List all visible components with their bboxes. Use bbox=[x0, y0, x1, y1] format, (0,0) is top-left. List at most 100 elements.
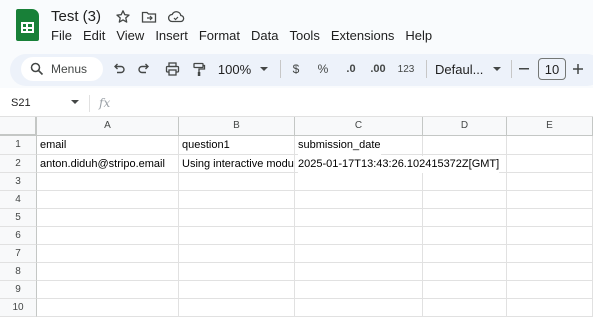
cell-c5[interactable] bbox=[295, 209, 423, 227]
cell-c6[interactable] bbox=[295, 227, 423, 245]
cell-e9[interactable] bbox=[507, 281, 593, 299]
sheets-logo-icon[interactable] bbox=[16, 9, 39, 41]
zoom-value: 100% bbox=[217, 61, 252, 77]
increase-decimal-button[interactable]: .00 bbox=[367, 58, 389, 80]
undo-button[interactable] bbox=[109, 58, 129, 80]
cell-b5[interactable] bbox=[179, 209, 295, 227]
cell-e4[interactable] bbox=[507, 191, 593, 209]
search-menus-input[interactable]: Menus bbox=[21, 57, 103, 81]
row-header[interactable]: 3 bbox=[0, 173, 37, 191]
cell-c9[interactable] bbox=[295, 281, 423, 299]
cell-text-b2: Using interactive modu bbox=[182, 158, 294, 170]
formula-input[interactable] bbox=[120, 93, 590, 111]
percent-format-button[interactable]: % bbox=[314, 58, 332, 80]
document-title[interactable]: Test (3) bbox=[51, 8, 101, 25]
cell-text-c2: 2025-01-17T13:43:26.102415372Z[GMT] bbox=[298, 156, 500, 173]
column-header[interactable]: A bbox=[37, 117, 179, 136]
decrease-decimal-button[interactable]: .0 bbox=[341, 58, 361, 80]
minus-icon bbox=[519, 68, 529, 70]
row-header[interactable]: 10 bbox=[0, 299, 37, 317]
name-box[interactable]: S21 bbox=[11, 97, 31, 109]
number-format-button[interactable]: 123 bbox=[396, 58, 416, 80]
cell-b6[interactable] bbox=[179, 227, 295, 245]
cell-c8[interactable] bbox=[295, 263, 423, 281]
cell-c3[interactable] bbox=[295, 173, 423, 191]
cell-c7[interactable] bbox=[295, 245, 423, 263]
cell-b10[interactable] bbox=[179, 299, 295, 317]
currency-format-button[interactable]: $ bbox=[288, 58, 304, 80]
cell-d3[interactable] bbox=[423, 173, 507, 191]
cell-e3[interactable] bbox=[507, 173, 593, 191]
paint-format-button[interactable] bbox=[188, 58, 210, 80]
menu-edit[interactable]: Edit bbox=[83, 28, 105, 46]
column-header[interactable]: C bbox=[295, 117, 423, 136]
cell-d1[interactable] bbox=[423, 136, 507, 155]
redo-button[interactable] bbox=[134, 58, 154, 80]
cell-b7[interactable] bbox=[179, 245, 295, 263]
cell-e8[interactable] bbox=[507, 263, 593, 281]
menu-view[interactable]: View bbox=[116, 28, 144, 46]
name-box-dropdown-icon[interactable] bbox=[71, 100, 79, 104]
menu-tools[interactable]: Tools bbox=[289, 28, 319, 46]
decrease-font-size-button[interactable] bbox=[517, 58, 531, 80]
cell-b4[interactable] bbox=[179, 191, 295, 209]
cell-a7[interactable] bbox=[37, 245, 179, 263]
cell-a10[interactable] bbox=[37, 299, 179, 317]
row-header[interactable]: 7 bbox=[0, 245, 37, 263]
row-header[interactable]: 4 bbox=[0, 191, 37, 209]
cell-e5[interactable] bbox=[507, 209, 593, 227]
formula-divider bbox=[89, 95, 90, 112]
row-header[interactable]: 1 bbox=[0, 136, 37, 155]
move-to-folder-icon[interactable] bbox=[141, 9, 157, 25]
cell-d5[interactable] bbox=[423, 209, 507, 227]
cell-a8[interactable] bbox=[37, 263, 179, 281]
cell-a4[interactable] bbox=[37, 191, 179, 209]
row-header[interactable]: 9 bbox=[0, 281, 37, 299]
cell-d9[interactable] bbox=[423, 281, 507, 299]
search-label: Menus bbox=[51, 62, 88, 76]
menu-extensions[interactable]: Extensions bbox=[331, 28, 395, 46]
menu-file[interactable]: File bbox=[51, 28, 72, 46]
cell-d8[interactable] bbox=[423, 263, 507, 281]
cell-b8[interactable] bbox=[179, 263, 295, 281]
cell-text-a2: anton.diduh@stripo.email bbox=[40, 158, 165, 170]
cell-b3[interactable] bbox=[179, 173, 295, 191]
toolbar-divider bbox=[280, 60, 281, 78]
redo-icon bbox=[138, 63, 149, 74]
cell-d4[interactable] bbox=[423, 191, 507, 209]
font-select[interactable]: Defaul... bbox=[435, 58, 502, 80]
menu-insert[interactable]: Insert bbox=[155, 28, 188, 46]
menu-help[interactable]: Help bbox=[405, 28, 432, 46]
menu-format[interactable]: Format bbox=[199, 28, 240, 46]
column-header[interactable]: D bbox=[423, 117, 507, 136]
cell-e10[interactable] bbox=[507, 299, 593, 317]
cell-a3[interactable] bbox=[37, 173, 179, 191]
font-size-input[interactable] bbox=[538, 58, 566, 80]
cell-d10[interactable] bbox=[423, 299, 507, 317]
select-all-corner[interactable] bbox=[0, 117, 37, 136]
cell-a6[interactable] bbox=[37, 227, 179, 245]
cell-e7[interactable] bbox=[507, 245, 593, 263]
cell-d7[interactable] bbox=[423, 245, 507, 263]
cell-c10[interactable] bbox=[295, 299, 423, 317]
cell-c4[interactable] bbox=[295, 191, 423, 209]
cloud-status-icon[interactable] bbox=[167, 9, 185, 25]
menu-data[interactable]: Data bbox=[251, 28, 278, 46]
cell-e2[interactable] bbox=[507, 155, 593, 173]
column-header[interactable]: E bbox=[507, 117, 593, 136]
increase-font-size-button[interactable] bbox=[571, 58, 585, 80]
cell-d6[interactable] bbox=[423, 227, 507, 245]
cell-a5[interactable] bbox=[37, 209, 179, 227]
zoom-select[interactable]: 100% bbox=[216, 58, 270, 80]
row-header[interactable]: 8 bbox=[0, 263, 37, 281]
cell-a9[interactable] bbox=[37, 281, 179, 299]
column-header[interactable]: B bbox=[179, 117, 295, 136]
print-button[interactable] bbox=[161, 58, 183, 80]
cell-b9[interactable] bbox=[179, 281, 295, 299]
cell-e6[interactable] bbox=[507, 227, 593, 245]
row-header[interactable]: 5 bbox=[0, 209, 37, 227]
row-header[interactable]: 6 bbox=[0, 227, 37, 245]
cell-e1[interactable] bbox=[507, 136, 593, 155]
star-icon[interactable] bbox=[115, 9, 131, 25]
row-header[interactable]: 2 bbox=[0, 155, 37, 173]
